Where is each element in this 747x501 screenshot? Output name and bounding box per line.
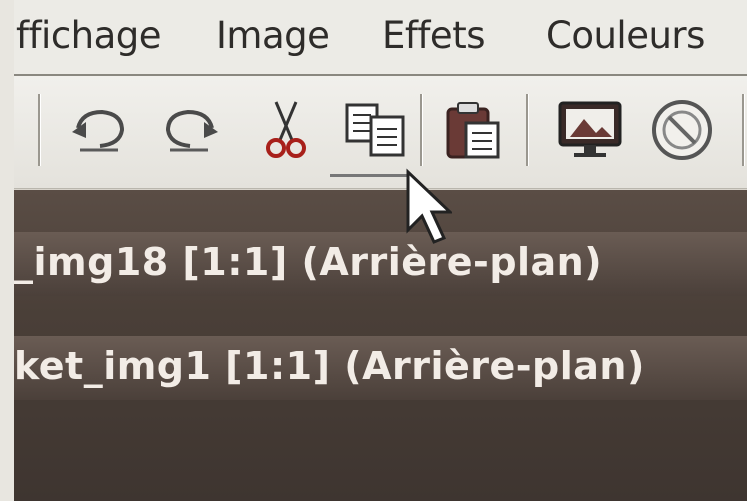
mouse-cursor-icon (406, 168, 452, 244)
hover-indicator (330, 174, 408, 177)
paste-icon (446, 102, 500, 159)
image-window-title[interactable]: ket_img1 [1:1] (Arrière-plan) (14, 336, 747, 400)
copy-button[interactable] (340, 92, 412, 168)
workspace: _img18 [1:1] (Arrière-plan) ket_img1 [1:… (14, 190, 747, 501)
outer-margin (0, 0, 14, 501)
undo-icon (72, 109, 125, 152)
monitor-icon (558, 101, 622, 157)
window-title-text: ket_img1 [1:1] (Arrière-plan) (14, 344, 645, 388)
menu-effets[interactable]: Effets (382, 14, 485, 57)
paste-button[interactable] (436, 92, 508, 168)
menu-couleurs[interactable]: Couleurs (546, 14, 705, 57)
monitor-button[interactable] (554, 92, 626, 168)
menu-affichage[interactable]: ffichage (16, 14, 162, 57)
toolbar-separator (526, 94, 529, 166)
toolbar-separator (420, 94, 423, 166)
cut-button[interactable] (250, 92, 322, 168)
redo-button[interactable] (154, 92, 226, 168)
toolbar-separator (38, 94, 41, 166)
redo-icon (165, 109, 218, 152)
menu-image[interactable]: Image (216, 14, 330, 57)
image-window-title[interactable]: _img18 [1:1] (Arrière-plan) (14, 232, 747, 296)
circle-button[interactable] (646, 92, 718, 168)
window-title-text: _img18 [1:1] (Arrière-plan) (14, 240, 603, 284)
circle-icon (652, 100, 712, 160)
menu-bar: ffichage Image Effets Couleurs (14, 0, 747, 76)
toolbar (14, 76, 747, 189)
undo-button[interactable] (64, 92, 136, 168)
copy-icon (345, 103, 405, 157)
toolbar-separator (742, 94, 745, 166)
cut-icon (266, 101, 306, 158)
